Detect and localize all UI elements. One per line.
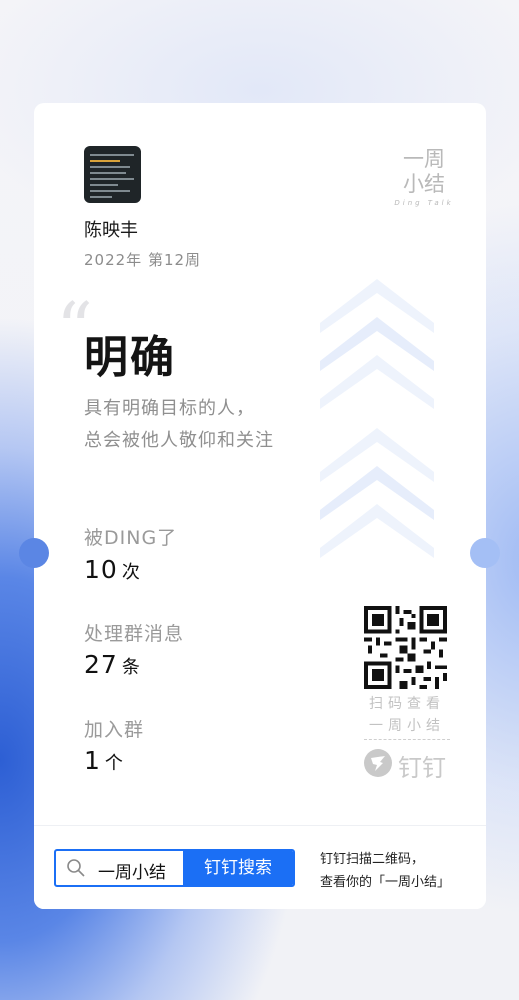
keyword-description: 具有明确目标的人， 总会被他人敬仰和关注 bbox=[84, 393, 274, 457]
card-notch-left bbox=[19, 538, 49, 568]
stat-value-joined-groups: 1个 bbox=[84, 746, 123, 775]
brand-line-3: Ding Talk bbox=[394, 199, 454, 207]
dingtalk-logo-text: 钉钉 bbox=[398, 754, 446, 782]
stat-label-joined-groups: 加入群 bbox=[84, 719, 145, 741]
search-icon bbox=[67, 859, 85, 877]
footer-note-line-2: 查看你的「一周小结」 bbox=[320, 875, 451, 890]
dingtalk-logo: 钉钉 bbox=[364, 747, 450, 782]
dingtalk-search-button[interactable]: 钉钉搜索 bbox=[183, 851, 293, 885]
footer-bar: 一周小结 钉钉搜索 钉钉扫描二维码， 查看你的「一周小结」 bbox=[34, 825, 486, 909]
dingtalk-icon bbox=[364, 749, 392, 777]
avatar[interactable] bbox=[84, 146, 141, 203]
user-name: 陈映丰 bbox=[84, 220, 138, 241]
brand-line-1: 一周 bbox=[403, 147, 445, 171]
chevron-up-icon bbox=[320, 504, 434, 558]
qr-caption-line-1: 扫码查看 bbox=[369, 696, 445, 712]
week-label: 2022年 第12周 bbox=[84, 251, 202, 269]
stat-value-ding: 10 次 bbox=[84, 555, 140, 584]
qr-caption-line-2: 一周小结 bbox=[369, 718, 445, 734]
footer-note-line-1: 钉钉扫描二维码， bbox=[320, 852, 425, 867]
stat-label-ding: 被DING了 bbox=[84, 527, 178, 549]
qr-code-icon[interactable] bbox=[364, 606, 447, 689]
divider bbox=[364, 739, 450, 740]
footer-instruction: 钉钉扫描二维码， 查看你的「一周小结」 bbox=[320, 848, 450, 894]
card-notch-right bbox=[470, 538, 500, 568]
description-line-2: 总会被他人敬仰和关注 bbox=[84, 430, 274, 451]
search-input[interactable]: 一周小结 钉钉搜索 bbox=[54, 849, 295, 887]
stat-value-group-messages: 27 条 bbox=[84, 650, 140, 679]
qr-caption: 扫码查看 一周小结 bbox=[364, 693, 450, 737]
stat-number: 27 bbox=[84, 650, 118, 679]
stat-unit: 条 bbox=[121, 657, 140, 678]
chevron-up-icon bbox=[320, 355, 434, 409]
description-line-1: 具有明确目标的人， bbox=[84, 398, 255, 419]
brand-line-2: 小结 bbox=[403, 172, 445, 196]
stat-number: 10 bbox=[84, 555, 118, 584]
stat-unit: 个 bbox=[104, 753, 123, 774]
keyword-title: 明确 bbox=[84, 332, 176, 383]
weekly-summary-brand-logo: 一周 小结 Ding Talk bbox=[389, 147, 459, 207]
stat-label-group-messages: 处理群消息 bbox=[84, 623, 185, 645]
stat-unit: 次 bbox=[121, 562, 140, 583]
stat-number: 1 bbox=[84, 746, 101, 775]
search-query-text: 一周小结 bbox=[98, 863, 166, 883]
weekly-summary-card: 陈映丰 2022年 第12周 一周 小结 Ding Talk “ 明确 具有明确… bbox=[34, 103, 486, 909]
